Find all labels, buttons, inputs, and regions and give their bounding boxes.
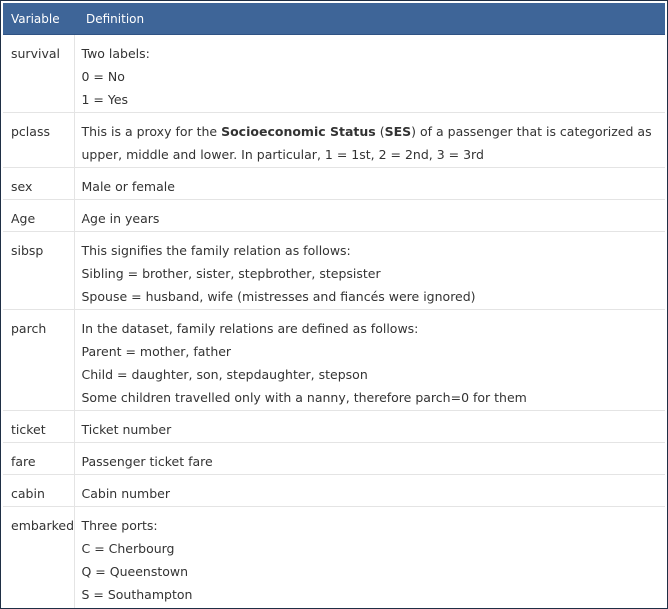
pclass-text-part: This is a proxy for the bbox=[81, 124, 222, 139]
table-row: sex Male or female bbox=[3, 167, 665, 200]
definition-line: 1 = Yes bbox=[81, 92, 129, 107]
table-header-row: Variable Definition bbox=[3, 3, 665, 35]
variable-cell: embarked bbox=[3, 506, 75, 608]
definition-cell: Age in years bbox=[74, 199, 665, 232]
definition-cell: This is a proxy for the Socioeconomic St… bbox=[74, 112, 666, 168]
definition-cell: This signifies the family relation as fo… bbox=[74, 231, 665, 310]
definition-line: Ticket number bbox=[81, 422, 172, 437]
definition-line: This signifies the family relation as fo… bbox=[81, 243, 351, 258]
definition-cell: Passenger ticket fare bbox=[74, 442, 665, 475]
definition-line: Parent = mother, father bbox=[81, 344, 232, 359]
variable-cell: parch bbox=[3, 309, 75, 411]
pclass-text-part: ( bbox=[375, 124, 385, 139]
table-row: pclass This is a proxy for the Socioecon… bbox=[3, 112, 666, 168]
variable-cell: sex bbox=[3, 167, 75, 200]
definition-cell: Three ports: C = Cherbourg Q = Queenstow… bbox=[74, 507, 665, 608]
variable-cell: pclass bbox=[3, 112, 75, 168]
table-frame: Variable Definition survival Two labels:… bbox=[0, 0, 668, 609]
definition-line: Sibling = brother, sister, stepbrother, … bbox=[81, 266, 381, 281]
definition-cell: Ticket number bbox=[74, 410, 665, 443]
definition-line: Age in years bbox=[81, 211, 160, 226]
header-definition: Definition bbox=[74, 3, 665, 35]
definition-cell: In the dataset, family relations are def… bbox=[74, 309, 665, 411]
variable-definition-table: Variable Definition survival Two labels:… bbox=[3, 3, 665, 608]
table-row: embarked Three ports: C = Cherbourg Q = … bbox=[3, 506, 665, 608]
definition-cell: Two labels: 0 = No 1 = Yes bbox=[74, 34, 665, 113]
definition-line: Male or female bbox=[81, 179, 175, 194]
definition-line: Child = daughter, son, stepdaughter, ste… bbox=[81, 367, 368, 382]
table-row: survival Two labels: 0 = No 1 = Yes bbox=[3, 34, 665, 113]
definition-cell: Cabin number bbox=[74, 474, 665, 507]
table-row: ticket Ticket number bbox=[3, 410, 665, 443]
definition-cell: Male or female bbox=[74, 167, 665, 200]
definition-line: Some children travelled only with a nann… bbox=[81, 390, 527, 405]
definition-line: Cabin number bbox=[81, 486, 170, 501]
variable-cell: sibsp bbox=[3, 231, 75, 310]
definition-line: S = Southampton bbox=[81, 587, 193, 602]
variable-cell: ticket bbox=[3, 410, 75, 443]
table-row: cabin Cabin number bbox=[3, 474, 665, 507]
definition-line: Three ports: bbox=[81, 518, 158, 533]
definition-line: Spouse = husband, wife (mistresses and f… bbox=[81, 289, 476, 304]
pclass-bold-ses: SES bbox=[384, 124, 412, 139]
table-row: sibsp This signifies the family relation… bbox=[3, 231, 665, 310]
variable-cell: fare bbox=[3, 442, 75, 475]
variable-cell: Age bbox=[3, 199, 75, 232]
definition-line: This is a proxy for the Socioeconomic St… bbox=[82, 120, 666, 166]
definition-line: In the dataset, family relations are def… bbox=[81, 321, 419, 336]
variable-cell: survival bbox=[3, 34, 75, 113]
definition-line: Two labels: bbox=[81, 46, 150, 61]
definition-line: Q = Queenstown bbox=[81, 564, 189, 579]
table-row: parch In the dataset, family relations a… bbox=[3, 309, 665, 411]
table-row: fare Passenger ticket fare bbox=[3, 442, 665, 475]
definition-line: Passenger ticket fare bbox=[81, 454, 213, 469]
header-variable: Variable bbox=[3, 3, 74, 35]
table-row: Age Age in years bbox=[3, 199, 665, 232]
definition-line: 0 = No bbox=[81, 69, 125, 84]
variable-cell: cabin bbox=[3, 474, 75, 507]
pclass-bold-ses-full: Socioeconomic Status bbox=[221, 124, 376, 139]
definition-line: C = Cherbourg bbox=[81, 541, 175, 556]
